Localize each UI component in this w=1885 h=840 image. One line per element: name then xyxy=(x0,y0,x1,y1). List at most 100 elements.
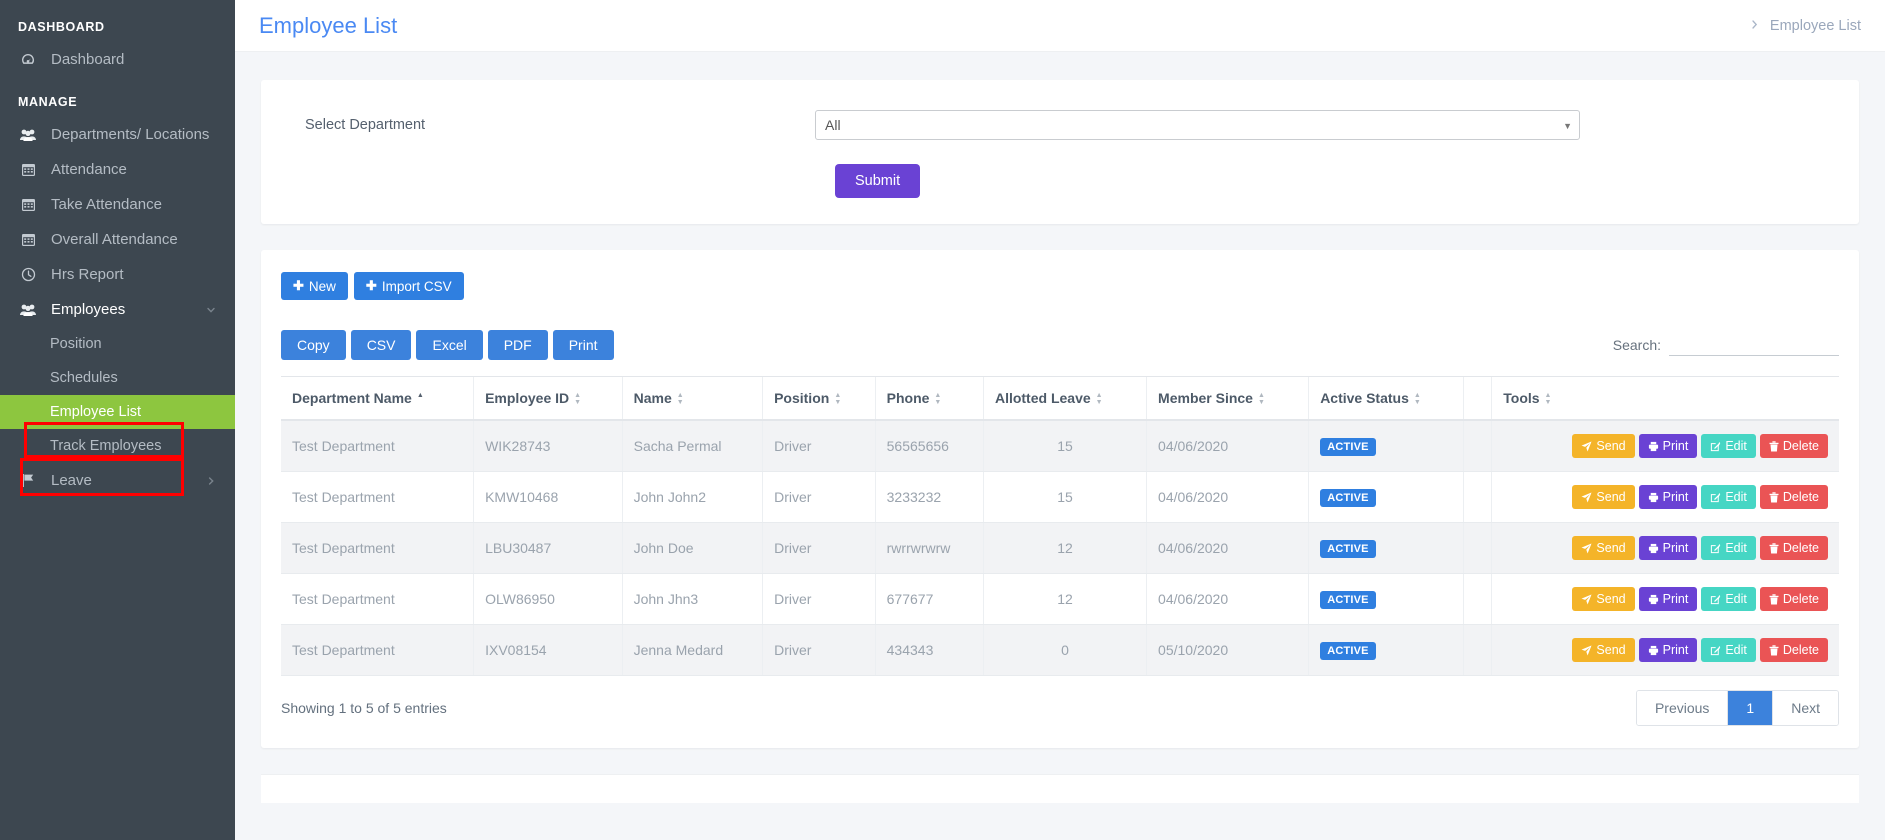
sidebar-item-employees[interactable]: Employees xyxy=(0,292,235,327)
cell-status: ACTIVE xyxy=(1308,522,1464,575)
print-row-button-label: Print xyxy=(1662,541,1689,556)
cell-position: Driver xyxy=(762,624,876,677)
send-button[interactable]: Send xyxy=(1572,587,1635,612)
column-header-name[interactable]: Name ▲ ▼ xyxy=(621,376,763,422)
print-row-button[interactable]: Print xyxy=(1638,638,1698,663)
pagination-previous[interactable]: Previous xyxy=(1636,691,1728,726)
table-header-row: Department Name ▲▼ Employee ID ▲▼ Name ▲▼ P… xyxy=(281,376,1839,422)
send-button[interactable]: Send xyxy=(1572,434,1635,459)
users-icon xyxy=(18,128,38,142)
employee-table-card: ✚ New ✚ Import CSV Copy CSV Excel PDF Pr… xyxy=(261,250,1859,749)
delete-button[interactable]: Delete xyxy=(1759,638,1828,663)
row-action-group: Send Print Edit Delete xyxy=(1572,536,1828,561)
export-buttons: Copy CSV Excel PDF Print xyxy=(281,330,614,360)
trash-icon xyxy=(1769,441,1779,452)
cell-status: ACTIVE xyxy=(1308,624,1464,677)
printer-icon xyxy=(1648,543,1659,554)
sidebar-item-overall-attendance[interactable]: Overall Attendance xyxy=(0,222,235,257)
table-row[interactable]: Test Department LBU30487 John Doe Driver… xyxy=(281,522,1839,575)
sidebar-subitem-schedules[interactable]: Schedules xyxy=(0,361,235,395)
pdf-button[interactable]: PDF xyxy=(487,330,548,360)
edit-button[interactable]: Edit xyxy=(1701,434,1756,459)
cell-allotted-leave: 15 xyxy=(982,471,1147,524)
delete-button[interactable]: Delete xyxy=(1759,587,1828,612)
edit-button[interactable]: Edit xyxy=(1701,638,1756,663)
new-button-label: New xyxy=(308,278,336,294)
chevron-right-icon xyxy=(205,475,217,487)
chevron-right-icon xyxy=(1749,18,1760,34)
cell-blank xyxy=(1462,573,1492,626)
sidebar-item-label: Attendance xyxy=(51,161,127,178)
table-row[interactable]: Test Department KMW10468 John John2 Driv… xyxy=(281,471,1839,524)
column-header-position[interactable]: Position ▲ ▼ xyxy=(762,376,876,422)
cell-allotted-leave: 12 xyxy=(982,573,1147,626)
datatable-footer: Showing 1 to 5 of 5 entries Previous 1 N… xyxy=(281,690,1839,727)
table-row[interactable]: Test Department OLW86950 John Jhn3 Drive… xyxy=(281,573,1839,626)
sidebar-item-dashboard[interactable]: Dashboard xyxy=(0,42,235,77)
excel-button[interactable]: Excel xyxy=(416,330,483,360)
table-row[interactable]: Test Department IXV08154 Jenna Medard Dr… xyxy=(281,624,1839,677)
delete-button[interactable]: Delete xyxy=(1759,536,1828,561)
sidebar-heading-manage: MANAGE xyxy=(18,95,78,109)
department-filter-card: Select Department All ▼ Submit xyxy=(261,80,1859,224)
column-header-active-status[interactable]: Active Status ▲ ▼ xyxy=(1308,376,1464,422)
edit-button-label: Edit xyxy=(1725,643,1747,658)
column-label: Name xyxy=(633,390,672,406)
column-header-member-since[interactable]: Member Since ▲ ▼ xyxy=(1146,376,1309,422)
printer-icon xyxy=(1648,594,1659,605)
print-row-button[interactable]: Print xyxy=(1638,587,1698,612)
csv-button[interactable]: CSV xyxy=(350,330,412,360)
copy-button[interactable]: Copy xyxy=(281,330,346,360)
plus-icon: ✚ xyxy=(365,278,377,293)
send-button[interactable]: Send xyxy=(1572,638,1635,663)
column-header-allotted-leave[interactable]: Allotted Leave ▲ ▼ xyxy=(982,376,1147,422)
main-area: Employee List Employee List Select Depar… xyxy=(235,0,1885,840)
delete-button[interactable]: Delete xyxy=(1759,434,1828,459)
sidebar-item-label: Departments/ Locations xyxy=(51,126,210,143)
print-row-button[interactable]: Print xyxy=(1638,536,1698,561)
app-root: DASHBOARD Dashboard MANAGE Departments/ … xyxy=(0,0,1885,840)
sidebar-item-attendance[interactable]: Attendance xyxy=(0,152,235,187)
delete-button-label: Delete xyxy=(1782,541,1819,556)
column-header-phone[interactable]: Phone ▲ ▼ xyxy=(874,376,984,422)
column-header-employee-id[interactable]: Employee ID ▲ ▼ xyxy=(473,376,623,422)
delete-button[interactable]: Delete xyxy=(1759,485,1828,510)
sidebar-item-hrs-report[interactable]: Hrs Report xyxy=(0,257,235,292)
sidebar-subitem-track-employees[interactable]: Track Employees xyxy=(0,429,235,463)
sidebar-subitem-position[interactable]: Position xyxy=(0,327,235,361)
column-header-department-name[interactable]: Department Name ▲▼ xyxy=(281,376,474,422)
column-label: Active Status xyxy=(1320,390,1409,406)
cell-position: Driver xyxy=(762,471,876,524)
sort-arrows-icon: ▲▼ xyxy=(1257,392,1265,407)
department-select[interactable]: All xyxy=(815,110,1580,140)
top-bar: Employee List Employee List xyxy=(235,0,1885,52)
sort-arrows-icon: ▲▼ xyxy=(676,392,684,407)
search-input[interactable] xyxy=(1669,334,1839,356)
paper-plane-icon xyxy=(1581,441,1592,452)
table-row[interactable]: Test Department WIK28743 Sacha Permal Dr… xyxy=(281,420,1839,473)
cell-department: Test Department xyxy=(281,471,474,524)
send-button-label: Send xyxy=(1596,439,1626,454)
sidebar-item-take-attendance[interactable]: Take Attendance xyxy=(0,187,235,222)
import-csv-button[interactable]: ✚ Import CSV xyxy=(353,272,464,300)
submit-button[interactable]: Submit xyxy=(835,164,921,198)
sidebar-subitem-employee-list[interactable]: Employee List xyxy=(0,395,235,429)
edit-button[interactable]: Edit xyxy=(1701,587,1756,612)
print-row-button[interactable]: Print xyxy=(1638,485,1698,510)
sidebar-heading-dashboard: DASHBOARD xyxy=(18,20,105,34)
cell-tools: Send Print Edit Delete xyxy=(1491,420,1839,473)
send-button[interactable]: Send xyxy=(1572,485,1635,510)
cell-member-since: 04/06/2020 xyxy=(1146,573,1309,626)
print-button[interactable]: Print xyxy=(552,330,614,360)
sidebar-item-departments-locations[interactable]: Departments/ Locations xyxy=(0,117,235,152)
edit-button[interactable]: Edit xyxy=(1701,485,1756,510)
new-button[interactable]: ✚ New xyxy=(281,272,348,300)
pagination-page-1[interactable]: 1 xyxy=(1727,691,1773,726)
print-row-button[interactable]: Print xyxy=(1638,434,1698,459)
send-button[interactable]: Send xyxy=(1572,536,1635,561)
edit-button[interactable]: Edit xyxy=(1701,536,1756,561)
speedometer-icon xyxy=(18,52,38,68)
sidebar-item-leave[interactable]: Leave xyxy=(0,463,235,498)
column-header-tools[interactable]: Tools ▲ ▼ xyxy=(1491,376,1839,422)
pagination-next[interactable]: Next xyxy=(1772,691,1838,726)
